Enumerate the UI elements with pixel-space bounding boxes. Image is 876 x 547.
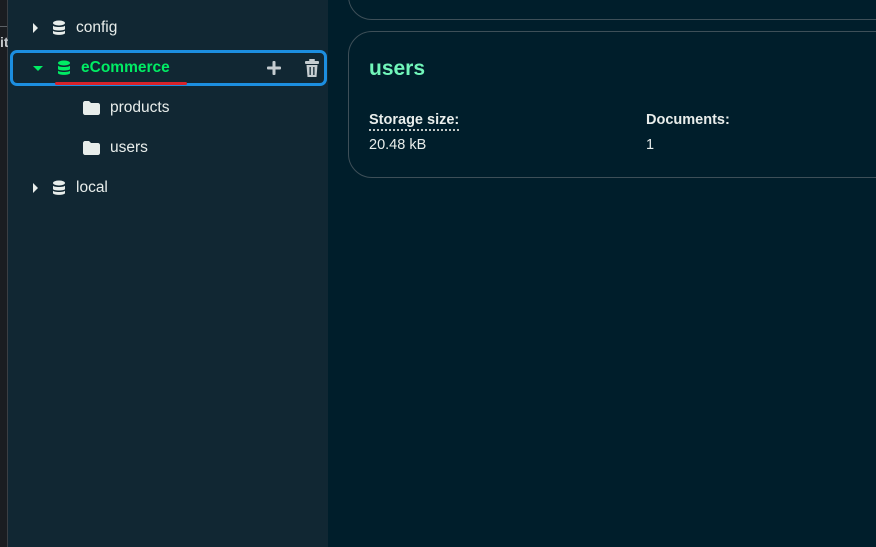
- tree-item-ecommerce[interactable]: eCommerce: [10, 50, 327, 86]
- storage-size-value: 20.48 kB: [369, 137, 427, 153]
- annotation-underline: [55, 82, 187, 85]
- tree-item-label: products: [110, 99, 170, 116]
- chevron-down-icon[interactable]: [33, 65, 43, 71]
- trash-icon[interactable]: [303, 57, 321, 79]
- collection-card-users[interactable]: users Storage size: 20.48 kB Documents: …: [348, 31, 876, 178]
- documents-label: Documents:: [646, 112, 730, 128]
- database-icon: [57, 60, 71, 76]
- tree-item-label: config: [76, 19, 118, 36]
- tree-item-label: users: [110, 139, 148, 156]
- chevron-right-icon[interactable]: [33, 183, 38, 193]
- database-icon: [52, 180, 66, 196]
- tree-item-label: local: [76, 179, 108, 196]
- tree-item-users[interactable]: users: [8, 130, 328, 166]
- previous-pane-edge: it: [0, 0, 9, 547]
- sidebar-tree: config eCommerce products users local: [8, 0, 328, 547]
- card-title[interactable]: users: [369, 57, 425, 81]
- tree-item-label: eCommerce: [81, 59, 170, 76]
- chevron-right-icon[interactable]: [33, 23, 38, 33]
- tree-item-local[interactable]: local: [8, 170, 328, 206]
- tree-item-products[interactable]: products: [8, 90, 328, 126]
- storage-size-label: Storage size:: [369, 112, 460, 131]
- plus-icon[interactable]: [264, 58, 284, 78]
- collection-card-previous[interactable]: [348, 0, 876, 20]
- tree-item-config[interactable]: config: [8, 10, 328, 46]
- pane-divider: [0, 26, 7, 27]
- folder-icon: [83, 101, 100, 115]
- database-icon: [52, 20, 66, 36]
- documents-value: 1: [646, 137, 655, 153]
- folder-icon: [83, 141, 100, 155]
